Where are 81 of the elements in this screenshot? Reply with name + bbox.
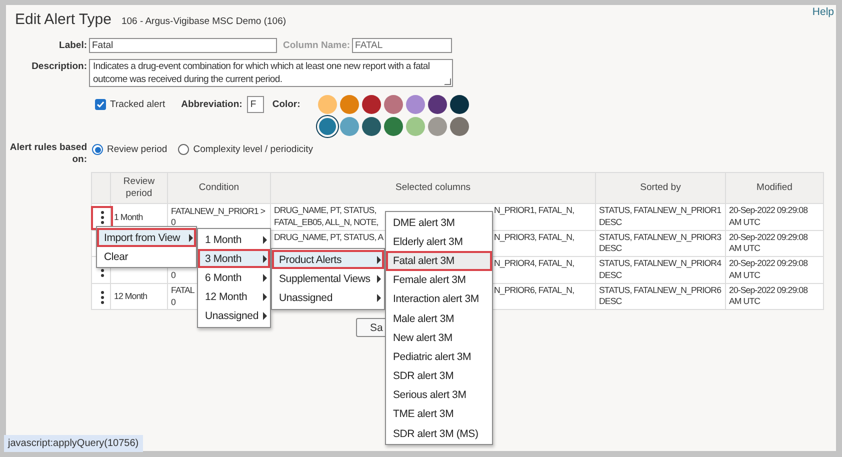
menu-item[interactable]: Fatal alert 3M	[386, 251, 492, 271]
table-cell: N_PRIOR6, FATAL_N,	[494, 284, 574, 296]
menu-item[interactable]: Elderly alert 3M	[386, 232, 492, 252]
menu-item[interactable]: TME alert 3M	[386, 404, 492, 424]
table-cell-text: 20-Sep-2022 09:29:08 AM UTC	[729, 232, 809, 254]
color-swatch[interactable]	[384, 95, 404, 114]
menu-item[interactable]: 12 Month	[198, 288, 270, 307]
menu-item[interactable]: 6 Month	[198, 268, 270, 288]
table-cell: DRUG_NAME, PT, STATUS, A	[274, 232, 384, 243]
help-link[interactable]: Help	[812, 6, 834, 18]
menu-item[interactable]: Pediatric alert 3M	[386, 347, 492, 366]
table-cell: FATAL	[171, 285, 194, 296]
color-swatch[interactable]	[384, 117, 404, 136]
color-swatch[interactable]	[319, 118, 336, 135]
table-cell-text: 20-Sep-2022 09:29:08 AM UTC	[729, 258, 809, 281]
menu-item[interactable]: 1 Month	[198, 230, 270, 250]
menu-item[interactable]: Import from View	[97, 228, 196, 248]
color-swatch[interactable]	[406, 95, 426, 114]
radio-button[interactable]	[92, 144, 103, 155]
menu-item[interactable]: DME alert 3M	[386, 213, 492, 232]
label-input[interactable]: Fatal	[89, 38, 277, 53]
column-header: Condition	[168, 172, 270, 204]
description-textarea[interactable]: Indicates a drug-event combination for which which at least one new report with a fatal outcome was received during the current period.	[89, 59, 453, 87]
radio-button[interactable]	[178, 144, 190, 155]
menu-item[interactable]: Clear	[97, 247, 196, 266]
table-cell: FATALNEW_N_PRIOR1 >	[171, 206, 266, 217]
color-swatch[interactable]	[450, 95, 470, 114]
checkbox-label: Tracked alert	[110, 99, 166, 110]
table-cell-text: 20-Sep-2022 09:29:08 AM UTC	[729, 284, 809, 308]
color-swatch[interactable]	[406, 117, 426, 136]
table-cell: N_PRIOR3, FATAL_N,	[494, 232, 574, 243]
table-cell: 0	[171, 270, 176, 282]
tracked-alert-checkbox[interactable]	[95, 99, 106, 110]
radio-label: Review period	[107, 144, 168, 155]
field-label: Column Name:	[283, 40, 350, 51]
table-cell: 0	[171, 217, 176, 228]
field-label: Label:	[58, 39, 87, 53]
color-swatch[interactable]	[340, 117, 360, 136]
table-cell-text: STATUS, FATALNEW_N_PRIOR6 DESC	[599, 284, 722, 308]
dialog-title: Edit Alert Type	[15, 11, 112, 28]
color-swatch[interactable]	[428, 117, 448, 136]
dialog-subtitle: 106 - Argus-Vigibase MSC Demo (106)	[121, 16, 286, 27]
color-swatch[interactable]	[318, 95, 338, 114]
table-cell-text: 20-Sep-2022 09:29:08 AM UTC	[729, 205, 809, 228]
color-swatch[interactable]	[340, 95, 360, 114]
table-cell: N_PRIOR4, FATAL_N,	[494, 258, 574, 270]
menu-item[interactable]: Unassigned	[272, 288, 384, 308]
field-label: Color:	[272, 98, 300, 112]
column-header: Sorted by	[596, 172, 726, 204]
menu-item[interactable]: Female alert 3M	[386, 270, 492, 290]
table-cell-text: 12 Month	[114, 291, 148, 302]
row-actions-button[interactable]	[93, 208, 111, 228]
table-cell-text: 1 Month	[114, 212, 144, 223]
color-swatch[interactable]	[450, 117, 470, 136]
column-header: Review period	[110, 172, 168, 204]
menu-item[interactable]: Product Alerts	[272, 250, 384, 270]
column-header: Modified	[726, 172, 824, 204]
abbreviation-input[interactable]: F	[247, 96, 264, 113]
table-cell: N_PRIOR1, FATAL_N,	[494, 205, 574, 216]
field-label: Abbreviation:	[181, 98, 242, 112]
table-cell-text: STATUS, FATALNEW_N_PRIOR4 DESC	[599, 258, 722, 281]
field-label: Alert rules based on:	[8, 142, 87, 166]
color-swatch[interactable]	[362, 117, 382, 136]
table-cell: DRUG_NAME, PT, STATUS,	[274, 205, 376, 216]
menu-item[interactable]: 3 Month	[198, 249, 270, 268]
menu-item[interactable]: Supplemental Views	[272, 269, 384, 288]
color-swatch[interactable]	[362, 95, 382, 114]
menu-item[interactable]: Serious alert 3M	[386, 386, 492, 405]
status-link-tooltip: javascript:applyQuery(10756)	[4, 435, 143, 452]
column-header: Selected columns	[270, 172, 596, 204]
menu-item[interactable]: Interaction alert 3M	[386, 290, 492, 309]
menu-item[interactable]: Unassigned	[198, 306, 270, 326]
table-cell-text: STATUS, FATALNEW_N_PRIOR3 DESC	[599, 232, 722, 254]
radio-label: Complexity level / periodicity	[193, 144, 314, 155]
table-cell-text: STATUS, FATALNEW_N_PRIOR1 DESC	[599, 205, 722, 228]
field-label: Description:	[30, 60, 87, 74]
menu-item[interactable]: SDR alert 3M	[386, 366, 492, 386]
table-cell: 0	[171, 296, 176, 308]
table-cell: FATAL_EB05, ALL_N, NOTE,	[274, 216, 378, 228]
menu-item[interactable]: SDR alert 3M (MS)	[386, 424, 492, 444]
color-swatch[interactable]	[428, 95, 448, 114]
